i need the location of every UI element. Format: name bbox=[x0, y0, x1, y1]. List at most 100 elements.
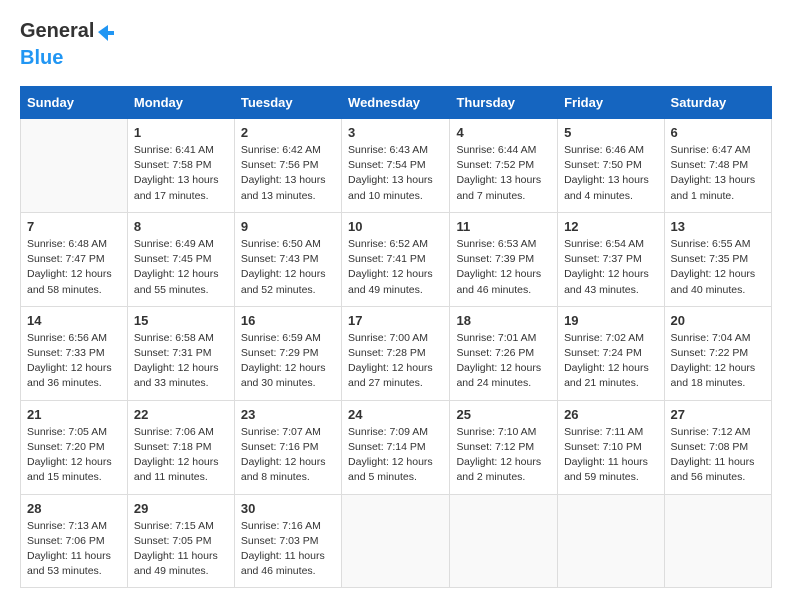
day-number: 9 bbox=[241, 219, 335, 234]
day-number: 6 bbox=[671, 125, 765, 140]
day-info: Sunrise: 6:54 AM Sunset: 7:37 PM Dayligh… bbox=[564, 237, 657, 298]
calendar-cell bbox=[664, 494, 771, 588]
weekday-header-row: SundayMondayTuesdayWednesdayThursdayFrid… bbox=[21, 87, 772, 119]
weekday-header-wednesday: Wednesday bbox=[342, 87, 450, 119]
day-info: Sunrise: 7:05 AM Sunset: 7:20 PM Dayligh… bbox=[27, 425, 121, 486]
day-info: Sunrise: 6:50 AM Sunset: 7:43 PM Dayligh… bbox=[241, 237, 335, 298]
day-number: 16 bbox=[241, 313, 335, 328]
day-info: Sunrise: 6:42 AM Sunset: 7:56 PM Dayligh… bbox=[241, 143, 335, 204]
calendar-table: SundayMondayTuesdayWednesdayThursdayFrid… bbox=[20, 86, 772, 588]
calendar-cell bbox=[450, 494, 558, 588]
calendar-cell: 4 Sunrise: 6:44 AM Sunset: 7:52 PM Daylig… bbox=[450, 119, 558, 213]
day-info: Sunrise: 6:43 AM Sunset: 7:54 PM Dayligh… bbox=[348, 143, 443, 204]
day-number: 26 bbox=[564, 407, 657, 422]
calendar-cell: 13 Sunrise: 6:55 AM Sunset: 7:35 PM Dayli… bbox=[664, 212, 771, 306]
day-info: Sunrise: 6:41 AM Sunset: 7:58 PM Dayligh… bbox=[134, 143, 228, 204]
day-number: 21 bbox=[27, 407, 121, 422]
calendar-cell: 14Sunrise: 6:56 AM Sunset: 7:33 PM Dayli… bbox=[21, 306, 128, 400]
weekday-header-sunday: Sunday bbox=[21, 87, 128, 119]
day-info: Sunrise: 6:56 AM Sunset: 7:33 PM Dayligh… bbox=[27, 331, 121, 392]
day-number: 10 bbox=[348, 219, 443, 234]
day-number: 19 bbox=[564, 313, 657, 328]
calendar-week-row-2: 7 Sunrise: 6:48 AM Sunset: 7:47 PM Daylig… bbox=[21, 212, 772, 306]
logo-bird-icon bbox=[94, 21, 116, 43]
calendar-cell bbox=[342, 494, 450, 588]
day-number: 13 bbox=[671, 219, 765, 234]
calendar-cell: 10 Sunrise: 6:52 AM Sunset: 7:41 PM Dayli… bbox=[342, 212, 450, 306]
day-number: 28 bbox=[27, 501, 121, 516]
day-number: 25 bbox=[456, 407, 551, 422]
page-header: General Blue bbox=[20, 20, 772, 70]
calendar-cell: 1 Sunrise: 6:41 AM Sunset: 7:58 PM Daylig… bbox=[127, 119, 234, 213]
day-number: 7 bbox=[27, 219, 121, 234]
calendar-cell: 19Sunrise: 7:02 AM Sunset: 7:24 PM Dayli… bbox=[558, 306, 664, 400]
day-info: Sunrise: 7:09 AM Sunset: 7:14 PM Dayligh… bbox=[348, 425, 443, 486]
day-info: Sunrise: 6:46 AM Sunset: 7:50 PM Dayligh… bbox=[564, 143, 657, 204]
day-info: Sunrise: 6:59 AM Sunset: 7:29 PM Dayligh… bbox=[241, 331, 335, 392]
day-info: Sunrise: 7:00 AM Sunset: 7:28 PM Dayligh… bbox=[348, 331, 443, 392]
day-info: Sunrise: 7:07 AM Sunset: 7:16 PM Dayligh… bbox=[241, 425, 335, 486]
calendar-cell: 2 Sunrise: 6:42 AM Sunset: 7:56 PM Daylig… bbox=[234, 119, 341, 213]
calendar-cell: 26 Sunrise: 7:11 AM Sunset: 7:10 PM Dayli… bbox=[558, 400, 664, 494]
day-number: 15 bbox=[134, 313, 228, 328]
day-number: 2 bbox=[241, 125, 335, 140]
day-info: Sunrise: 7:06 AM Sunset: 7:18 PM Dayligh… bbox=[134, 425, 228, 486]
calendar-cell: 25 Sunrise: 7:10 AM Sunset: 7:12 PM Dayli… bbox=[450, 400, 558, 494]
day-number: 24 bbox=[348, 407, 443, 422]
calendar-cell: 8 Sunrise: 6:49 AM Sunset: 7:45 PM Daylig… bbox=[127, 212, 234, 306]
calendar-cell: 16 Sunrise: 6:59 AM Sunset: 7:29 PM Dayli… bbox=[234, 306, 341, 400]
calendar-cell bbox=[558, 494, 664, 588]
day-info: Sunrise: 7:13 AM Sunset: 7:06 PM Dayligh… bbox=[27, 519, 121, 580]
calendar-cell: 21 Sunrise: 7:05 AM Sunset: 7:20 PM Dayli… bbox=[21, 400, 128, 494]
calendar-cell: 11 Sunrise: 6:53 AM Sunset: 7:39 PM Dayli… bbox=[450, 212, 558, 306]
day-number: 30 bbox=[241, 501, 335, 516]
calendar-cell: 30 Sunrise: 7:16 AM Sunset: 7:03 PM Dayli… bbox=[234, 494, 341, 588]
day-number: 5 bbox=[564, 125, 657, 140]
day-number: 23 bbox=[241, 407, 335, 422]
day-number: 12 bbox=[564, 219, 657, 234]
calendar-cell: 5 Sunrise: 6:46 AM Sunset: 7:50 PM Daylig… bbox=[558, 119, 664, 213]
day-info: Sunrise: 7:04 AM Sunset: 7:22 PM Dayligh… bbox=[671, 331, 765, 392]
day-info: Sunrise: 6:48 AM Sunset: 7:47 PM Dayligh… bbox=[27, 237, 121, 298]
day-number: 29 bbox=[134, 501, 228, 516]
calendar-week-row-5: 28 Sunrise: 7:13 AM Sunset: 7:06 PM Dayli… bbox=[21, 494, 772, 588]
day-info: Sunrise: 6:44 AM Sunset: 7:52 PM Dayligh… bbox=[456, 143, 551, 204]
day-number: 4 bbox=[456, 125, 551, 140]
day-info: Sunrise: 7:10 AM Sunset: 7:12 PM Dayligh… bbox=[456, 425, 551, 486]
calendar-cell: 28 Sunrise: 7:13 AM Sunset: 7:06 PM Dayli… bbox=[21, 494, 128, 588]
calendar-cell: 12 Sunrise: 6:54 AM Sunset: 7:37 PM Dayli… bbox=[558, 212, 664, 306]
weekday-header-friday: Friday bbox=[558, 87, 664, 119]
day-info: Sunrise: 6:49 AM Sunset: 7:45 PM Dayligh… bbox=[134, 237, 228, 298]
day-number: 17 bbox=[348, 313, 443, 328]
calendar-cell: 24 Sunrise: 7:09 AM Sunset: 7:14 PM Dayli… bbox=[342, 400, 450, 494]
calendar-cell: 29 Sunrise: 7:15 AM Sunset: 7:05 PM Dayli… bbox=[127, 494, 234, 588]
day-info: Sunrise: 7:15 AM Sunset: 7:05 PM Dayligh… bbox=[134, 519, 228, 580]
calendar-cell: 27Sunrise: 7:12 AM Sunset: 7:08 PM Dayli… bbox=[664, 400, 771, 494]
day-info: Sunrise: 7:01 AM Sunset: 7:26 PM Dayligh… bbox=[456, 331, 551, 392]
day-info: Sunrise: 6:55 AM Sunset: 7:35 PM Dayligh… bbox=[671, 237, 765, 298]
day-number: 8 bbox=[134, 219, 228, 234]
calendar-week-row-3: 14Sunrise: 6:56 AM Sunset: 7:33 PM Dayli… bbox=[21, 306, 772, 400]
calendar-cell: 17 Sunrise: 7:00 AM Sunset: 7:28 PM Dayli… bbox=[342, 306, 450, 400]
day-info: Sunrise: 6:47 AM Sunset: 7:48 PM Dayligh… bbox=[671, 143, 765, 204]
calendar-cell: 18 Sunrise: 7:01 AM Sunset: 7:26 PM Dayli… bbox=[450, 306, 558, 400]
day-info: Sunrise: 6:52 AM Sunset: 7:41 PM Dayligh… bbox=[348, 237, 443, 298]
calendar-cell bbox=[21, 119, 128, 213]
calendar-cell: 23 Sunrise: 7:07 AM Sunset: 7:16 PM Dayli… bbox=[234, 400, 341, 494]
day-number: 18 bbox=[456, 313, 551, 328]
day-info: Sunrise: 7:11 AM Sunset: 7:10 PM Dayligh… bbox=[564, 425, 657, 486]
calendar-cell: 7 Sunrise: 6:48 AM Sunset: 7:47 PM Daylig… bbox=[21, 212, 128, 306]
logo-general-text: General bbox=[20, 20, 94, 43]
calendar-week-row-4: 21 Sunrise: 7:05 AM Sunset: 7:20 PM Dayli… bbox=[21, 400, 772, 494]
day-info: Sunrise: 6:53 AM Sunset: 7:39 PM Dayligh… bbox=[456, 237, 551, 298]
day-info: Sunrise: 7:16 AM Sunset: 7:03 PM Dayligh… bbox=[241, 519, 335, 580]
day-number: 1 bbox=[134, 125, 228, 140]
weekday-header-monday: Monday bbox=[127, 87, 234, 119]
day-number: 20 bbox=[671, 313, 765, 328]
day-number: 11 bbox=[456, 219, 551, 234]
weekday-header-thursday: Thursday bbox=[450, 87, 558, 119]
calendar-cell: 3Sunrise: 6:43 AM Sunset: 7:54 PM Daylig… bbox=[342, 119, 450, 213]
day-info: Sunrise: 7:12 AM Sunset: 7:08 PM Dayligh… bbox=[671, 425, 765, 486]
logo: General Blue bbox=[20, 20, 116, 70]
logo-blue-text: Blue bbox=[20, 47, 63, 70]
